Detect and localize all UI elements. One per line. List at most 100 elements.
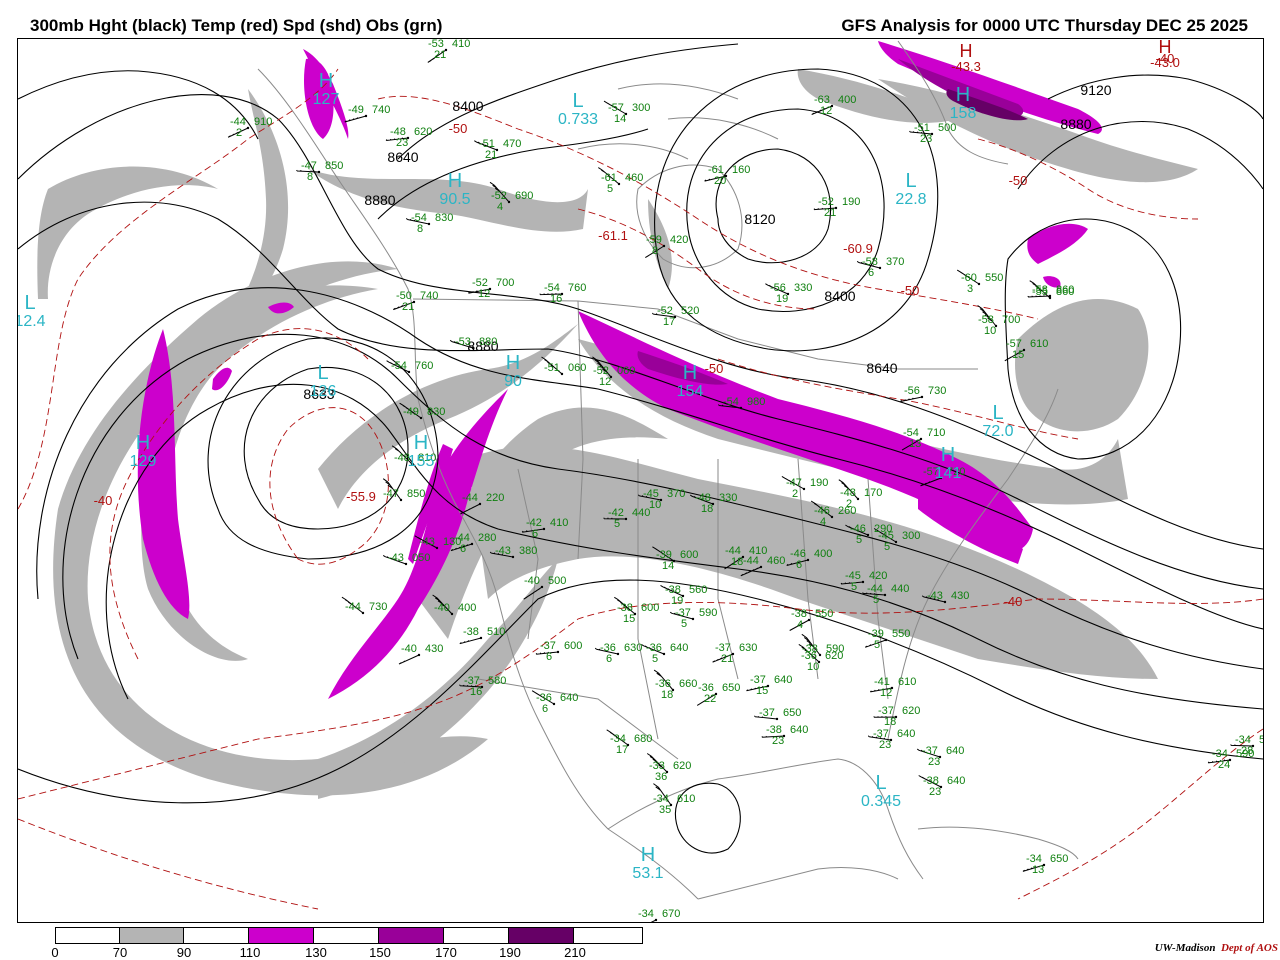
station-dot [480,685,484,689]
obs-height: 640 [790,724,808,736]
station-dot [817,660,821,664]
pressure-marker-value: 90 [504,373,522,390]
station-dot [659,498,663,502]
station-dot [939,785,943,789]
obs-height: 440 [891,583,909,595]
obs-height: 610 [898,676,916,688]
station-dot [361,611,365,615]
obs-temperature: -40 [524,575,540,587]
credit-line: UW-Madison Dept of AOS [1155,942,1278,954]
station-dot [478,502,482,506]
obs-height: 600 [564,640,582,652]
obs-dewpoint-depression: 14 [662,560,674,572]
obs-dewpoint-depression: 21 [434,49,446,61]
pressure-marker-letter: L [992,402,1003,424]
station-dot [399,498,403,502]
obs-dewpoint-depression: 10 [807,661,819,673]
obs-height: 190 [810,477,828,489]
scale-tick-0: 0 [51,945,59,960]
obs-height: 550 [892,628,910,640]
scale-seg-190-210 [509,928,574,943]
obs-height: 440 [632,507,650,519]
obs-temperature: -43 [927,590,943,602]
obs-height: 370 [886,256,904,268]
obs-dewpoint-depression: 15 [756,685,768,697]
warm-high-markers: H-43.3H-43.0 [951,39,1180,74]
warm-high-value: -43.0 [1150,55,1180,70]
temperature-contour-label: -50 [705,361,724,376]
obs-height: 580 [488,675,506,687]
pressure-marker-letter: L [875,772,886,794]
pressure-marker-letter: H [319,70,333,92]
station-dot [714,692,718,696]
station-dot [626,743,630,747]
obs-height: 760 [415,360,433,372]
scale-seg-150-170 [379,928,444,943]
obs-dewpoint-depression: 21 [402,301,414,313]
station-dot [407,370,411,374]
arctic-islands [577,83,779,160]
obs-dewpoint-depression: 23 [772,735,784,747]
obs-height: 710 [927,427,945,439]
station-dot [766,684,770,688]
pressure-marker-letter: H [941,444,955,466]
station-dot [654,918,658,922]
obs-temperature: -40 [434,602,450,614]
station-dot [419,416,423,420]
obs-temperature: -43 [388,552,404,564]
obs-height: 640 [774,674,792,686]
obs-dewpoint-depression: 2 [236,127,242,139]
credit-dept: Dept of AOS [1220,942,1278,954]
obs-height: 830 [427,406,445,418]
obs-dewpoint-depression: 16 [550,293,562,305]
obs-dewpoint-depression: 5 [607,183,613,195]
obs-dewpoint-depression: 23 [928,756,940,768]
station-dot [1251,744,1255,748]
obs-dewpoint-depression: 5 [614,518,620,530]
height-contour-label: 8400 [824,288,855,304]
station-dot [759,565,763,569]
obs-dewpoint-depression: 6 [796,559,802,571]
pressure-marker-value: 72.0 [982,423,1013,440]
obs-height: 660 [679,678,697,690]
station-dot [511,555,515,559]
wind-barb [344,115,367,123]
pressure-marker-value: 22.8 [895,191,926,208]
pressure-marker-value: 158 [950,105,977,122]
scale-tick-170: 170 [435,945,457,960]
map-panel: 8400 8640 8880 8120 8400 8640 8880 9120 8633 8880… [17,38,1264,923]
obs-height: 520 [681,305,699,317]
obs-height: 170 [864,487,882,499]
station-dot [665,770,669,774]
station-dot [246,126,250,130]
pressure-marker-value: 90.5 [439,191,470,208]
obs-temperature: -49 [348,104,364,116]
obs-height: 300 [902,530,920,542]
obs-dewpoint-depression: 6 [542,703,548,715]
obs-height: 400 [814,548,832,560]
obs-dewpoint-depression: 18 [731,556,743,568]
obs-temperature: -40 [401,643,417,655]
obs-dewpoint-depression: 23 [920,133,932,145]
pressure-marker-letter: L [905,170,916,192]
jet-band-pacific-outer [37,166,218,299]
scale-seg-70-90 [120,928,184,943]
station-dot [894,540,898,544]
obs-height: 740 [372,104,390,116]
station-dot [681,594,685,598]
pressure-marker-letter: H [448,170,462,192]
obs-height: 730 [369,601,387,613]
obs-dewpoint-depression: 14 [614,113,626,125]
obs-height: 640 [897,728,915,740]
obs-height: 740 [420,290,438,302]
obs-dewpoint-depression: 24 [1218,759,1230,771]
obs-temperature: -49 [403,406,419,418]
pressure-marker-letter: H [136,432,150,454]
credit-org: UW-Madison [1154,942,1216,954]
obs-height: 590 [699,607,717,619]
obs-height: 130 [443,536,461,548]
station-dot [673,315,677,319]
height-contour-label: 9120 [1080,82,1111,98]
obs-dewpoint-depression: 8 [652,245,658,257]
obs-dewpoint-depression: 36 [655,771,667,783]
